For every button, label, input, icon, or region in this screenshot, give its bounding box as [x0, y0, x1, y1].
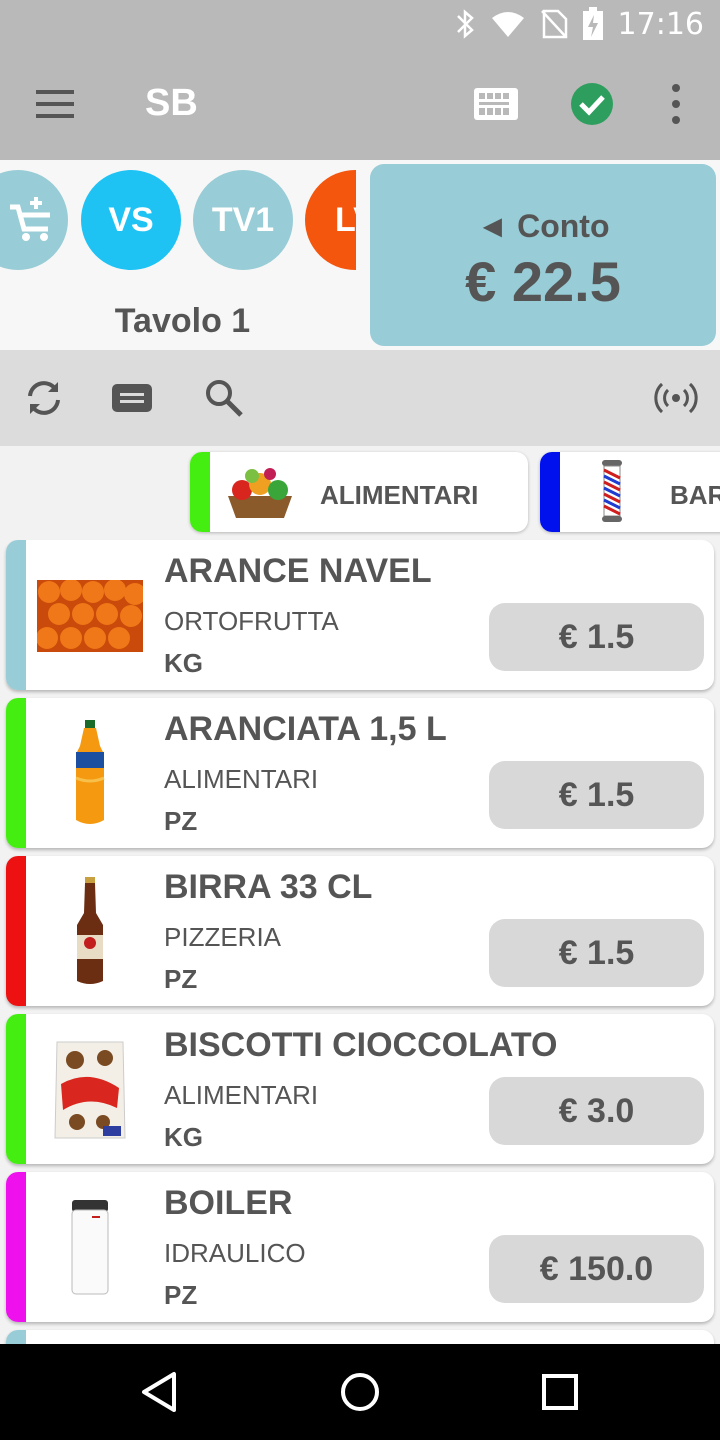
- search-icon: [206, 380, 243, 417]
- category-color-stripe: [540, 452, 560, 532]
- nfc-icon: [654, 382, 698, 414]
- product-row[interactable]: ARANCE NAVEL ORTOFRUTTA KG € 1.5: [6, 540, 714, 690]
- product-name: ARANCIATA 1,5 L: [164, 710, 447, 748]
- product-name: BIRRA 33 CL: [164, 868, 373, 906]
- table-section: VS TV1 LV Tavolo 1 ◄ Conto € 22.5: [0, 160, 720, 350]
- product-image: [36, 1038, 144, 1142]
- app-bar: SB: [0, 48, 720, 160]
- product-row[interactable]: BISCOTTI CIOCCOLATO ALIMENTARI KG € 3.0: [6, 1014, 714, 1164]
- clock-time: 17:16: [617, 6, 704, 42]
- refresh-button[interactable]: [22, 376, 66, 420]
- product-color-stripe: [6, 856, 26, 1006]
- product-color-stripe: [6, 698, 26, 848]
- product-row[interactable]: ARANCIATA 1,5 L ALIMENTARI PZ € 1.5: [6, 698, 714, 848]
- product-list: ARANCE NAVEL ORTOFRUTTA KG € 1.5 ARANCIA…: [0, 540, 720, 1344]
- product-price-button[interactable]: € 1.5: [489, 603, 704, 671]
- product-unit: PZ: [164, 806, 198, 836]
- check-circle-icon: [571, 83, 613, 125]
- bill-total: € 22.5: [465, 250, 621, 313]
- product-price-button[interactable]: € 1.5: [489, 761, 704, 829]
- table-circle-label: VS: [108, 200, 154, 239]
- food-basket-icon: [228, 468, 292, 518]
- product-category: ORTOFRUTTA: [164, 606, 339, 636]
- table-circle-lv[interactable]: LV: [305, 170, 356, 270]
- recents-button[interactable]: [536, 1368, 584, 1416]
- system-nav-bar: [0, 1344, 720, 1440]
- table-circle-tv1[interactable]: TV1: [193, 170, 293, 270]
- recents-icon: [542, 1374, 578, 1410]
- product-category: PIZZERIA: [164, 922, 282, 952]
- product-name: ARANCE NAVEL: [164, 552, 432, 590]
- wifi-icon: [491, 12, 524, 37]
- oranges-icon: [37, 580, 143, 652]
- product-unit: KG: [164, 648, 203, 678]
- product-image: [36, 877, 144, 984]
- menu-button[interactable]: [28, 82, 84, 126]
- action-toolbar: [0, 350, 720, 446]
- product-unit: PZ: [164, 1280, 198, 1310]
- table-circle-vs[interactable]: VS: [81, 170, 181, 270]
- product-color-stripe: [6, 1172, 26, 1322]
- add-cart-icon: [10, 197, 50, 241]
- bill-label: ◄ Conto: [476, 208, 610, 244]
- refresh-icon: [28, 381, 60, 415]
- boiler-icon: [71, 1200, 109, 1295]
- no-sim-icon: [540, 9, 567, 39]
- search-button[interactable]: [202, 376, 246, 420]
- product-unit: PZ: [164, 964, 198, 994]
- app-title: SB: [145, 82, 198, 124]
- nfc-button[interactable]: [654, 376, 698, 420]
- product-row[interactable]: BOILER IDRAULICO PZ € 150.0: [6, 1172, 714, 1322]
- product-name: BISCOTTI CIOCCOLATO: [164, 1026, 558, 1064]
- product-category: ALIMENTARI: [164, 1080, 319, 1110]
- barber-pole-icon: [602, 460, 622, 522]
- product-price-button[interactable]: € 1.5: [489, 919, 704, 987]
- battery-charging-icon: [582, 7, 603, 40]
- category-barbiere[interactable]: BARBIERE: [540, 452, 720, 532]
- keyboard-button[interactable]: [110, 376, 154, 420]
- home-button[interactable]: [336, 1368, 384, 1416]
- beer-bottle-icon: [77, 877, 103, 984]
- product-color-stripe: [6, 1014, 26, 1164]
- barcode-scan-button[interactable]: [470, 82, 522, 126]
- menu-icon: [36, 90, 74, 118]
- more-options-button[interactable]: [664, 82, 688, 126]
- category-color-stripe: [190, 452, 210, 532]
- product-name: BOILER: [164, 1184, 293, 1222]
- table-circle-label: LV: [335, 200, 356, 239]
- status-bar: 17:16: [0, 0, 720, 48]
- product-row[interactable]: BIRRA 33 CL PIZZERIA PZ € 1.5: [6, 856, 714, 1006]
- category-label: BARBIERE: [670, 480, 720, 510]
- current-table-label: Tavolo 1: [114, 302, 251, 340]
- product-image: [36, 720, 144, 826]
- product-price-button[interactable]: € 3.0: [489, 1077, 704, 1145]
- soda-bottle-icon: [75, 720, 105, 824]
- category-alimentari[interactable]: ALIMENTARI: [190, 452, 528, 532]
- cookies-bag-icon: [54, 1041, 126, 1139]
- bluetooth-icon: [456, 9, 474, 39]
- product-category: ALIMENTARI: [164, 764, 319, 794]
- category-label: ALIMENTARI: [320, 480, 479, 510]
- product-image: [36, 564, 144, 668]
- back-button[interactable]: [136, 1368, 184, 1416]
- product-color-stripe: [6, 1330, 26, 1344]
- keyboard-icon: [112, 384, 152, 412]
- back-icon: [142, 1372, 176, 1412]
- product-row[interactable]: [6, 1330, 714, 1344]
- more-vert-icon: [672, 84, 680, 124]
- product-unit: KG: [164, 1122, 203, 1152]
- product-image: [36, 1196, 144, 1300]
- product-color-stripe: [6, 540, 26, 690]
- product-price-button[interactable]: € 150.0: [489, 1235, 704, 1303]
- barcode-icon: [474, 88, 518, 120]
- category-bar: ALIMENTARI BARBIERE: [0, 446, 720, 540]
- table-circle-label: TV1: [211, 200, 275, 239]
- home-icon: [341, 1373, 379, 1411]
- confirm-button[interactable]: [570, 82, 614, 126]
- bill-button[interactable]: ◄ Conto € 22.5: [370, 164, 716, 346]
- add-table-button[interactable]: [0, 170, 68, 270]
- product-category: IDRAULICO: [164, 1238, 306, 1268]
